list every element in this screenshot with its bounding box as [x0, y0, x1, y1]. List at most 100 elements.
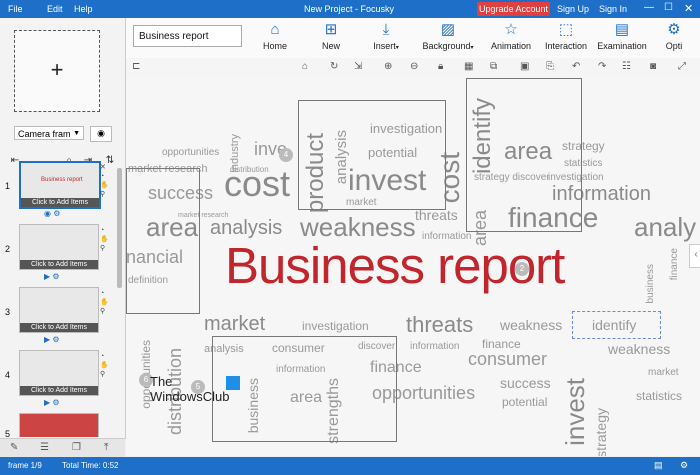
examination-icon: ▤ [614, 21, 630, 38]
canvas-title[interactable]: Business report [225, 236, 565, 295]
options-button[interactable]: ⚙ Opti [658, 21, 690, 51]
watermark-line1: The [150, 374, 173, 389]
scale-icon[interactable]: ⤢ [678, 61, 686, 72]
zoom-in-icon[interactable]: ⊕ [384, 61, 392, 72]
frame-thumbnail[interactable]: Business report Click to Add Items [19, 161, 101, 209]
frame-box[interactable] [298, 100, 446, 210]
frame-item-4[interactable]: 4 Click to Add Items ▶ ⚙ ◔ ✋ ⚲ [0, 350, 115, 410]
menu-help[interactable]: Help [74, 4, 93, 14]
selected-frame[interactable] [572, 311, 661, 339]
insert-button[interactable]: ⤓ Insert▾ [368, 21, 404, 51]
list-icon[interactable]: ☷ [622, 61, 631, 72]
grid-icon[interactable]: ▦ [464, 61, 473, 72]
frames-scrollbar[interactable] [117, 168, 122, 288]
close-icon[interactable]: ✕ [684, 2, 693, 15]
word-cloud-item: invest [560, 378, 590, 446]
camera-frame-add[interactable]: + [14, 30, 100, 112]
frame-item-3[interactable]: 3 Click to Add Items ▶ ⚙ ◔ ✋ ⚲ [0, 287, 115, 347]
frame-box[interactable] [466, 78, 582, 232]
animation-button[interactable]: ☆ Animation [487, 21, 535, 51]
word-cloud-item: threats [415, 207, 458, 223]
zoom-out-icon[interactable]: ⊖ [410, 61, 418, 72]
window-title: New Project - Focusky [304, 4, 395, 14]
align-icon[interactable]: ⇲ [354, 61, 362, 72]
frames-panel-footer: ✎ ☰ ❐ ⤒ [0, 438, 125, 457]
comment-icon[interactable]: ▤ [654, 460, 663, 471]
edit-icon[interactable]: ✎ [10, 442, 18, 453]
frame-thumbnail[interactable]: Click to Add Items [19, 224, 99, 270]
maximize-icon[interactable]: ☐ [664, 2, 673, 13]
watermark-line2: WindowsClub [150, 389, 230, 404]
frame-item-5[interactable]: 5 [0, 413, 115, 437]
frame-controls[interactable]: ◉ ⚙ [44, 209, 60, 218]
redo-icon[interactable]: ↷ [598, 61, 606, 72]
camera-frame-select[interactable]: Camera fram ▼ [14, 126, 84, 140]
menu-edit[interactable]: Edit [47, 4, 63, 14]
frame-number: 5 [5, 429, 11, 437]
editing-canvas[interactable]: investigation product analysis potential inv… [126, 78, 700, 456]
word-cloud-item: information [410, 341, 460, 352]
frame-thumbnail[interactable]: Click to Add Items [19, 350, 99, 396]
project-name-input[interactable]: Business report [133, 25, 242, 47]
frame-side-icons[interactable]: ◔ ✋ ⚲ [100, 352, 110, 379]
chevron-left-icon[interactable]: ‹ [689, 244, 700, 268]
frame-item-1[interactable]: 1 Business report Click to Add Items ◉ ⚙… [0, 161, 115, 221]
sign-in-link[interactable]: Sign In [599, 4, 627, 14]
layers-icon[interactable]: ❐ [72, 442, 81, 453]
frame-caption: Click to Add Items [20, 323, 98, 332]
word-cloud-item: finance [669, 248, 680, 281]
background-button[interactable]: ▨ Background▾ [418, 21, 478, 51]
frame-caption: Click to Add Items [20, 386, 98, 395]
frame-side-icons[interactable]: ◔ ✋ ⚲ [100, 289, 110, 316]
paste-icon[interactable]: ⎘ [546, 61, 554, 72]
new-button[interactable]: ⊞ New [315, 21, 347, 51]
watermark: The WindowsClub [150, 374, 300, 410]
frame-item-2[interactable]: 2 Click to Add Items ▶ ⚙ ◔ ✋ ⚲ [0, 224, 115, 284]
frame-box[interactable] [126, 168, 200, 314]
upgrade-account-button[interactable]: Upgrade Account [477, 2, 550, 16]
frame-side-icons[interactable]: ◔ ✋ ⚲ [100, 226, 110, 253]
examination-button[interactable]: ▤ Examination [594, 21, 650, 51]
list-icon[interactable]: ☰ [40, 442, 49, 453]
interaction-button[interactable]: ⬚ Interaction [542, 21, 590, 51]
frame-thumbnail[interactable] [19, 413, 99, 437]
frame-thumbnail[interactable]: Click to Add Items [19, 287, 99, 333]
screenshot-icon[interactable]: ◙ [650, 61, 656, 72]
rotate-icon[interactable]: ↻ [330, 61, 338, 72]
word-cloud-item: threats [406, 312, 474, 337]
lock-icon[interactable]: 🔒︎ [438, 61, 443, 72]
word-cloud-item: analy [634, 212, 697, 242]
home-icon: ⌂ [270, 21, 280, 38]
word-cloud-item: investigation [302, 319, 369, 333]
frame-badge: 4 [279, 148, 293, 162]
minimize-icon[interactable]: — [644, 2, 654, 13]
frame-controls[interactable]: ▶ ⚙ [44, 335, 60, 344]
frame-controls[interactable]: ▶ ⚙ [44, 398, 60, 407]
sign-up-link[interactable]: Sign Up [557, 4, 589, 14]
frame-number: 2 [5, 244, 11, 254]
frame-side-icons[interactable]: ✕ ◔ ✋ ⚲ [100, 163, 110, 199]
animation-icon: ☆ [504, 21, 518, 38]
settings-icon[interactable]: ⚙ [680, 460, 688, 471]
status-bar: frame 1/9 Total Time: 0:52 ▤ ⚙ [0, 457, 700, 475]
camera-icon[interactable]: ◉ [90, 126, 112, 142]
copy-icon[interactable]: ⧉ [490, 61, 497, 72]
word-cloud-item: potential [502, 395, 548, 409]
clipboard-icon[interactable]: ▣ [520, 61, 529, 72]
new-icon: ⊞ [324, 21, 338, 38]
insert-icon: ⤓ [382, 21, 390, 38]
menu-file[interactable]: File [8, 4, 23, 14]
word-cloud-item: strategy [593, 408, 609, 456]
home-button[interactable]: ⌂ Home [259, 21, 291, 51]
frame-controls[interactable]: ▶ ⚙ [44, 272, 60, 281]
plus-icon: + [50, 57, 64, 82]
collapse-icon[interactable]: ⤒ [104, 442, 108, 453]
grid-toggle-icon[interactable]: ⊏ [132, 61, 140, 72]
title-bar: File Edit Help New Project - Focusky Upg… [0, 0, 700, 18]
thumb-title: Business report [41, 177, 83, 183]
word-cloud-item: market [204, 313, 266, 335]
undo-icon[interactable]: ↶ [572, 61, 580, 72]
home-view-icon[interactable]: ⌂ [302, 61, 308, 72]
word-cloud-item: industry [229, 134, 241, 173]
word-cloud-item: weakness [500, 317, 563, 333]
